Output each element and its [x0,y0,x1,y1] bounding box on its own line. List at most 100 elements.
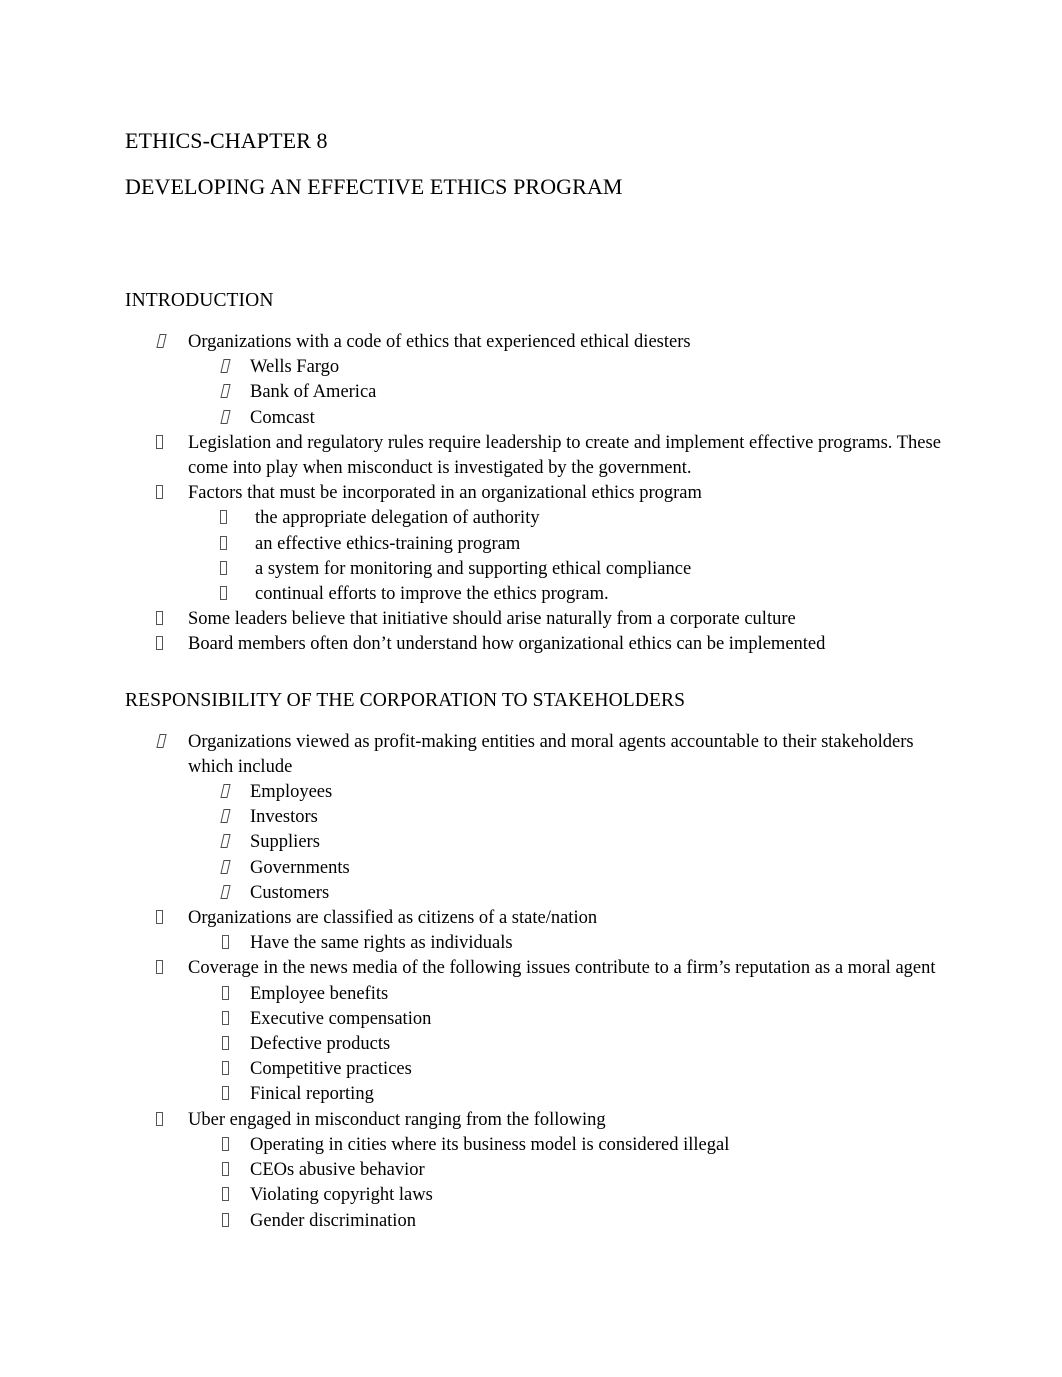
outline-item: Investors [125,805,952,830]
outline-item-text: Employees [250,782,333,803]
outline-item-text: Competitive practices [250,1059,412,1080]
bullet-missing-glyph-upright-icon [222,985,229,1000]
outline-item-text: Operating in cities where its business m… [250,1134,730,1155]
outline-item: Organizations viewed as profit-making en… [125,730,952,780]
outline-item: Uber engaged in misconduct ranging from … [125,1108,952,1133]
bullet-missing-glyph-upright-icon [220,535,227,550]
document-body: INTRODUCTION Organizations with a code of… [125,286,952,1234]
bullet-missing-glyph-slanted-icon [156,334,167,348]
bullet-missing-glyph-slanted-icon [220,784,231,799]
outline-item: Coverage in the news media of the follow… [125,956,952,981]
bullet-missing-glyph-upright-icon [222,1086,229,1101]
outline-item-text: Executive compensation [250,1008,432,1029]
outline-item: Operating in cities where its business m… [125,1133,952,1158]
outline-item: Employees [125,780,952,805]
outline-item: an effective ethics-training program [125,532,952,557]
document-section: RESPONSIBILITY OF THE CORPORATION TO STA… [125,686,952,1234]
outline-item: Comcast [125,406,952,431]
outline-item-text: an effective ethics-training program [255,533,521,554]
bullet-missing-glyph-slanted-icon [220,859,231,874]
bullet-missing-glyph-upright-icon [156,636,163,651]
outline-list: Organizations viewed as profit-making en… [125,730,952,1234]
bullet-missing-glyph-upright-icon [220,510,227,525]
bullet-missing-glyph-upright-icon [222,1036,229,1051]
outline-item-text: Wells Fargo [250,357,340,378]
document-page: ETHICS-CHAPTER 8 DEVELOPING AN EFFECTIVE… [0,0,1062,1377]
outline-item-text: Organizations viewed as profit-making en… [188,731,914,777]
bullet-missing-glyph-upright-icon [156,434,163,449]
outline-item: Organizations with a code of ethics that… [125,330,952,355]
outline-item-text: Board members often don’t understand how… [188,634,826,655]
outline-item-text: Organizations with a code of ethics that… [188,332,691,352]
bullet-missing-glyph-slanted-icon [220,884,231,899]
bullet-missing-glyph-slanted-icon [156,733,167,748]
outline-item-text: a system for monitoring and supporting e… [255,558,692,579]
outline-item-text: Finical reporting [250,1084,374,1105]
bullet-missing-glyph-upright-icon [222,1010,229,1025]
bullet-missing-glyph-slanted-icon [220,384,231,399]
outline-item-text: Have the same rights as individuals [250,933,513,954]
outline-item: Gender discrimination [125,1209,952,1234]
outline-item-text: Organizations are classified as citizens… [188,908,598,929]
outline-item-text: Legislation and regulatory rules require… [188,432,941,479]
outline-item-text: continual efforts to improve the ethics … [255,584,609,605]
bullet-missing-glyph-upright-icon [156,1111,163,1126]
section-heading: RESPONSIBILITY OF THE CORPORATION TO STA… [125,689,686,711]
outline-item-text: Investors [250,807,318,828]
outline-item-text: Gender discrimination [250,1210,416,1231]
bullet-missing-glyph-upright-icon [222,1162,229,1177]
outline-item: Bank of America [125,380,952,405]
outline-item: Board members often don’t understand how… [125,632,952,657]
outline-item: Defective products [125,1032,952,1057]
outline-item: Suppliers [125,830,952,855]
outline-item-text: Customers [250,882,330,903]
bullet-missing-glyph-upright-icon [222,1212,229,1227]
bullet-missing-glyph-upright-icon [222,1187,229,1202]
bullet-missing-glyph-upright-icon [156,611,163,626]
bullet-missing-glyph-slanted-icon [220,834,231,849]
outline-item: Governments [125,856,952,881]
outline-item: Factors that must be incorporated in an … [125,481,952,506]
document-title-line-2: DEVELOPING AN EFFECTIVE ETHICS PROGRAM [125,174,623,199]
outline-item: Employee benefits [125,982,952,1007]
outline-item: a system for monitoring and supporting e… [125,557,952,582]
outline-item-text: Suppliers [250,832,320,853]
outline-item: CEOs abusive behavior [125,1158,952,1183]
outline-item: Have the same rights as individuals [125,931,952,956]
bullet-missing-glyph-upright-icon [222,1061,229,1076]
outline-item-text: Violating copyright laws [250,1185,433,1206]
bullet-missing-glyph-upright-icon [222,935,229,950]
bullet-missing-glyph-upright-icon [222,1136,229,1151]
outline-item: Wells Fargo [125,355,952,380]
outline-item: continual efforts to improve the ethics … [125,582,952,607]
bullet-missing-glyph-upright-icon [220,586,227,601]
bullet-missing-glyph-upright-icon [156,960,163,975]
bullet-missing-glyph-slanted-icon [220,809,231,824]
outline-list: Organizations with a code of ethics that… [125,330,952,658]
title-body-spacer [125,210,952,286]
outline-item: Legislation and regulatory rules require… [125,431,952,481]
outline-item: the appropriate delegation of authority [125,506,952,531]
document-title-line-1: ETHICS-CHAPTER 8 [125,128,328,153]
bullet-missing-glyph-slanted-icon [220,359,231,374]
bullet-missing-glyph-upright-icon [156,910,163,925]
outline-item-text: Bank of America [250,382,377,403]
bullet-missing-glyph-slanted-icon [220,409,231,424]
document-section: INTRODUCTION Organizations with a code of… [125,286,952,658]
outline-item-text: the appropriate delegation of authority [255,508,540,529]
outline-item: Competitive practices [125,1057,952,1082]
outline-item-text: Employee benefits [250,983,389,1004]
section-heading: INTRODUCTION [125,290,274,311]
bullet-missing-glyph-upright-icon [156,485,163,500]
outline-item-text: Uber engaged in misconduct ranging from … [188,1109,606,1130]
outline-item-text: Some leaders believe that initiative sho… [188,609,796,630]
outline-item: Finical reporting [125,1082,952,1107]
outline-item: Customers [125,881,952,906]
outline-item: Some leaders believe that initiative sho… [125,607,952,632]
outline-item: Executive compensation [125,1007,952,1032]
outline-item: Violating copyright laws [125,1183,952,1208]
outline-item-text: CEOs abusive behavior [250,1160,425,1181]
outline-item-text: Defective products [250,1034,391,1055]
outline-item: Organizations are classified as citizens… [125,906,952,931]
bullet-missing-glyph-upright-icon [220,560,227,575]
